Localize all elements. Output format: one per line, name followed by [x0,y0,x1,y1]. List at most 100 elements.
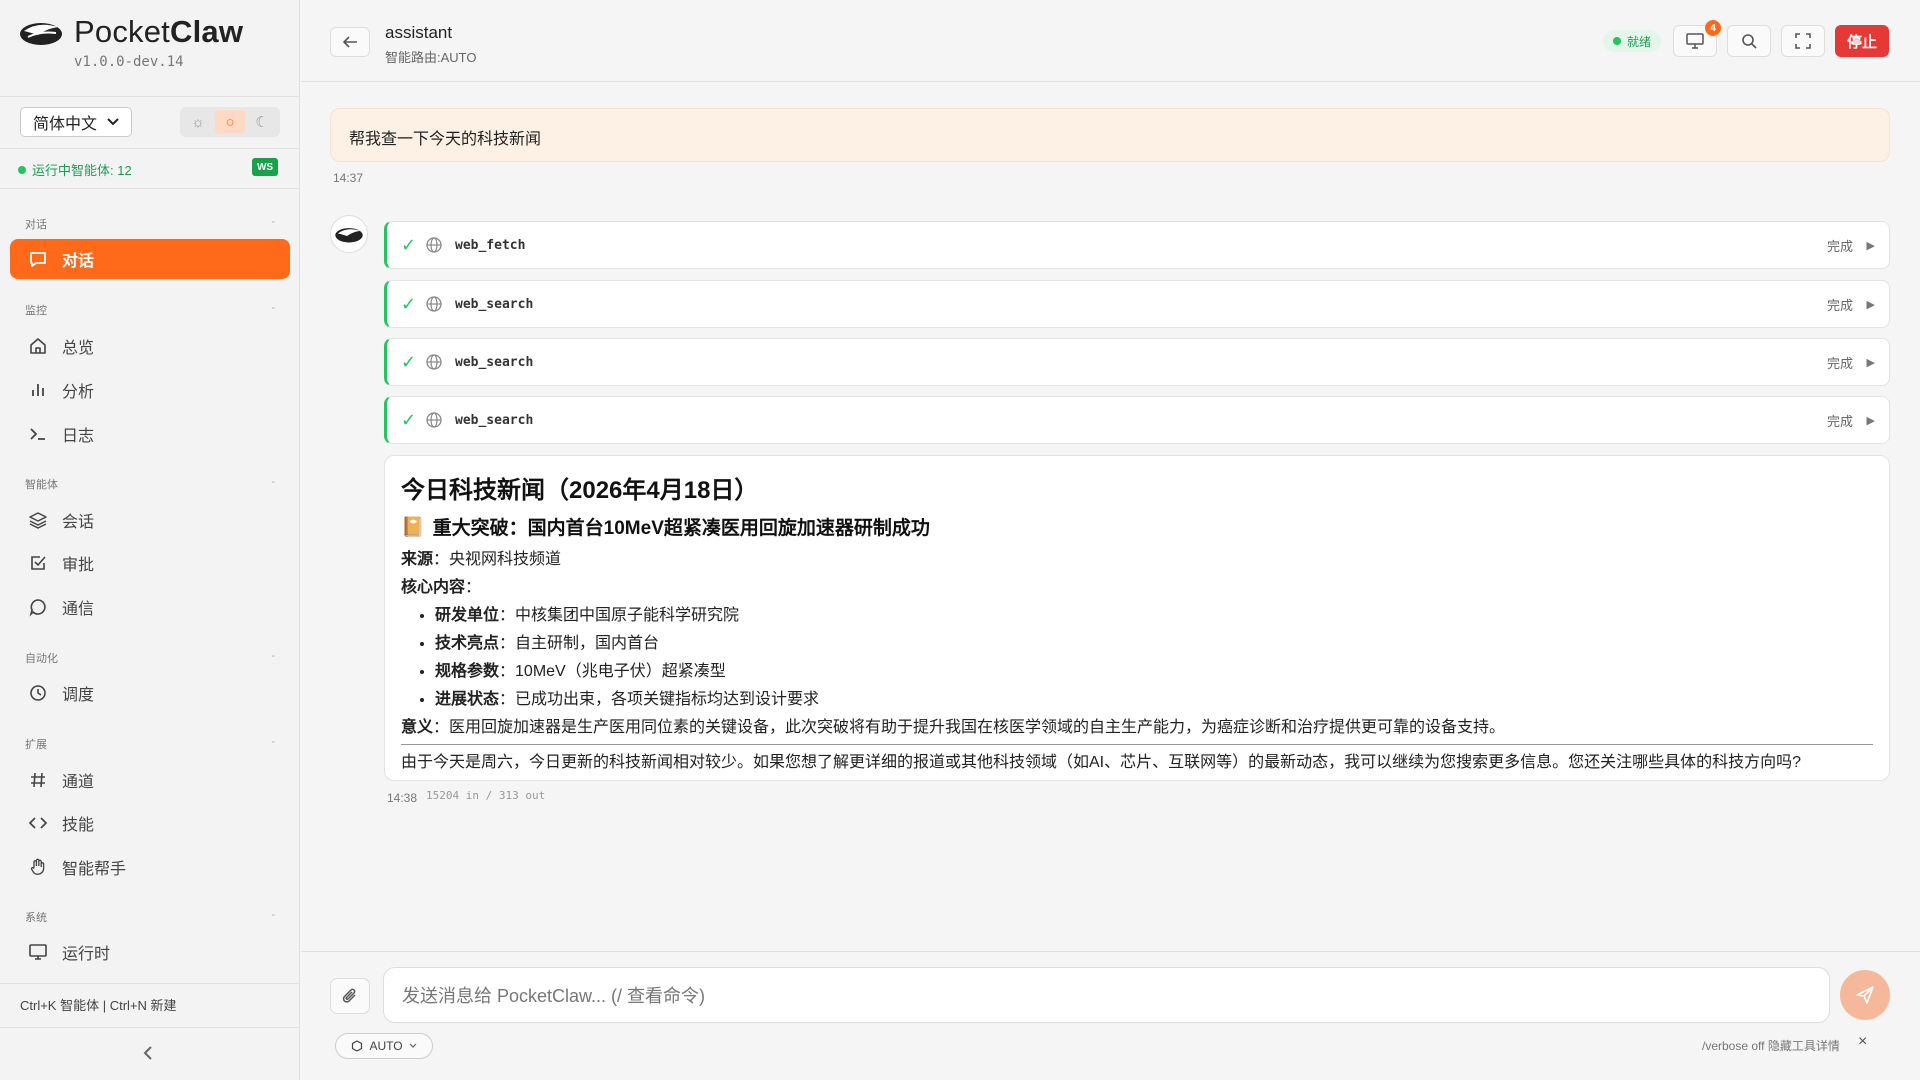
tool-call-card[interactable]: ✓ web_search 完成 ▶ [384,280,1890,328]
sidebar-item-logs[interactable]: 日志 [10,414,290,454]
sidebar-item-approvals[interactable]: 审批 [10,543,290,583]
moon-icon[interactable]: ☾ [247,110,277,134]
expand-arrow-icon[interactable]: ▶ [1867,356,1875,369]
sidebar-item-overview[interactable]: 总览 [10,326,290,366]
expand-arrow-icon[interactable]: ▶ [1867,298,1875,311]
attach-button[interactable] [330,978,370,1014]
globe-icon [426,354,442,370]
hexagon-icon [352,1040,363,1052]
list-item: 规格参数：10MeV（兆电子伏）超紧凑型 [435,658,1873,686]
sidebar-item-label: 技能 [62,817,95,834]
user-message: 帮我查一下今天的科技新闻 [330,108,1890,162]
divider [0,148,300,149]
section-header-chat[interactable]: 对话 - [25,216,275,232]
back-button[interactable] [330,27,370,57]
sidebar-item-label: 会话 [62,514,95,531]
routing-mode-value: AUTO [369,1039,403,1053]
sidebar-item-sessions[interactable]: 会话 [10,500,290,540]
monitor-icon [1686,33,1704,49]
sidebar: PocketClaw v1.0.0-dev.14 简体中文 ☼ ○ ☾ 运行中智… [0,0,300,1080]
stop-button[interactable]: 停止 [1835,25,1889,57]
collapse-sidebar-icon[interactable] [142,1044,154,1065]
section-header-extensions[interactable]: 扩展 - [25,736,275,752]
divider [0,983,300,984]
arrow-left-icon [342,36,357,48]
tool-status: 完成 [1826,355,1853,371]
check-icon: ✓ [401,409,417,430]
fullscreen-button[interactable] [1781,25,1825,57]
section-header-system[interactable]: 系统 - [25,909,275,925]
theme-switcher: ☼ ○ ☾ [180,107,280,137]
source-line: 来源：央视网科技频道 [401,551,562,568]
auto-theme-icon[interactable]: ○ [215,110,245,134]
sidebar-item-label: 审批 [62,557,95,574]
sidebar-item-assistant[interactable]: 智能帮手 [10,847,290,887]
chevron-down-icon [409,1043,416,1048]
version-label: v1.0.0-dev.14 [74,54,184,70]
tool-call-card[interactable]: ✓ web_search 完成 ▶ [384,396,1890,444]
chat-icon [30,252,46,267]
assistant-reply: 今日科技新闻（2026年4月18日） 📔 重大突破：国内首台10MeV超紧凑医用… [384,455,1890,781]
tool-call-card[interactable]: ✓ web_fetch 完成 ▶ [384,221,1890,269]
sidebar-item-channels[interactable]: 通道 [10,760,290,800]
chat-header: assistant 智能路由:AUTO 就绪 4 停止 [301,0,1920,82]
language-value: 简体中文 [33,116,98,133]
chevron-down-icon [107,118,119,126]
divider [401,744,1873,745]
send-icon [1856,986,1874,1004]
check-icon: ✓ [401,234,417,255]
screen-button[interactable]: 4 [1673,20,1721,57]
message-input[interactable]: 发送消息给 PocketClaw... (/ 查看命令) [383,967,1830,1023]
routing-mode-label: 智能路由:AUTO [385,50,477,65]
language-select[interactable]: 简体中文 [20,107,132,137]
shortcut-hint: Ctrl+K 智能体 | Ctrl+N 新建 [20,998,177,1013]
claw-logo-icon [335,228,363,243]
send-button[interactable] [1840,970,1890,1020]
user-message-time: 14:37 [333,171,364,185]
check-icon: ✓ [401,293,417,314]
sidebar-item-analytics[interactable]: 分析 [10,370,290,410]
layers-icon [29,512,47,529]
brand[interactable]: PocketClaw [18,14,243,50]
close-icon[interactable]: × [1858,1033,1867,1051]
sidebar-item-runtime[interactable]: 运行时 [10,932,290,972]
paperclip-icon [342,988,356,1003]
tool-name: web_fetch [455,237,526,253]
news-headline: 📔 重大突破：国内首台10MeV超紧凑医用回旋加速器研制成功 [401,513,1873,540]
sidebar-item-label: 对话 [62,253,95,270]
sidebar-item-skills[interactable]: 技能 [10,803,290,843]
sidebar-item-label: 日志 [62,428,95,445]
core-content-list: 研发单位：中核集团中国原子能科学研究院 技术亮点：自主研制，国内首台 规格参数：… [435,602,1873,714]
sidebar-item-schedule[interactable]: 调度 [10,673,290,713]
globe-icon [426,237,442,253]
brand-name: PocketClaw [74,14,244,49]
sidebar-item-label: 总览 [62,340,95,357]
sun-icon[interactable]: ☼ [183,110,213,134]
expand-arrow-icon[interactable]: ▶ [1867,414,1875,427]
reply-title: 今日科技新闻（2026年4月18日） [401,477,759,504]
search-button[interactable] [1727,25,1771,57]
globe-icon [426,412,442,428]
tool-status: 完成 [1826,413,1853,429]
notification-count: 4 [1705,20,1721,36]
tool-status: 完成 [1826,297,1853,313]
list-item: 研发单位：中核集团中国原子能科学研究院 [435,602,1873,630]
running-agents-label: 运行中智能体: 12 [32,163,132,178]
divider [0,1027,300,1028]
tool-call-card[interactable]: ✓ web_search 完成 ▶ [384,338,1890,386]
expand-arrow-icon[interactable]: ▶ [1867,239,1875,252]
sidebar-item-chat[interactable]: 对话 [10,239,290,279]
section-header-automation[interactable]: 自动化 - [25,650,275,666]
section-header-agents[interactable]: 智能体 - [25,476,275,492]
search-icon [1742,34,1757,49]
closing-paragraph: 由于今天是周六，今日更新的科技新闻相对较少。如果您想了解更详细的报道或其他科技领… [401,754,1802,771]
status-badge: 就绪 [1603,30,1662,52]
token-usage: 15204 in / 313 out [426,789,546,802]
reply-time: 14:38 [387,791,418,805]
home-icon [30,338,46,354]
section-header-monitor[interactable]: 监控 - [25,302,275,318]
sidebar-item-comms[interactable]: 通信 [10,587,290,627]
headline-text: 重大突破：国内首台10MeV超紧凑医用回旋加速器研制成功 [432,518,930,539]
divider [0,188,300,189]
routing-mode-selector[interactable]: AUTO [335,1033,433,1059]
